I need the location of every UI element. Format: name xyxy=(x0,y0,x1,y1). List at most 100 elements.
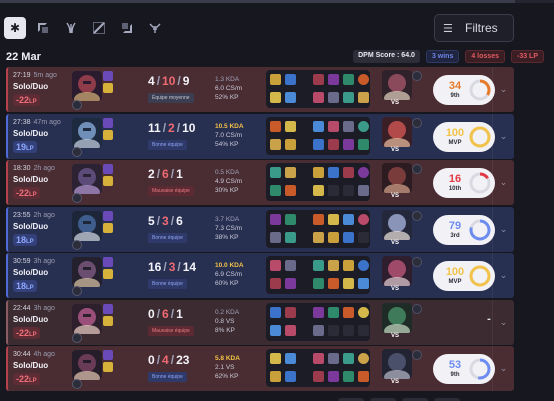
keystone-rune-icon[interactable] xyxy=(72,146,82,157)
item-slot[interactable] xyxy=(285,353,296,364)
item-slot[interactable] xyxy=(313,260,324,271)
item-slot[interactable] xyxy=(285,167,296,178)
item-slot[interactable] xyxy=(285,278,296,289)
opponent-portrait[interactable] xyxy=(382,209,412,240)
summoner-spell-icon[interactable] xyxy=(103,269,113,279)
item-slot[interactable] xyxy=(358,185,369,196)
item-slot[interactable] xyxy=(328,260,339,271)
item-slot[interactable] xyxy=(270,231,281,243)
item-slot[interactable] xyxy=(328,120,339,132)
item-slot[interactable] xyxy=(270,120,281,132)
summoner-spell-icon[interactable] xyxy=(103,303,113,314)
item-slot[interactable] xyxy=(343,353,354,364)
match-row[interactable]: 22:44 3h ago Solo/Duo -22LP 0/6/1 Mauvais… xyxy=(6,299,514,345)
summoner-spell-icon[interactable] xyxy=(103,315,113,326)
item-slot[interactable] xyxy=(270,278,281,289)
item-slot[interactable] xyxy=(285,74,296,85)
champion-portrait[interactable] xyxy=(72,210,102,241)
item-slot[interactable] xyxy=(270,167,281,178)
expand-chevron-button[interactable]: ⌄ xyxy=(492,206,514,252)
item-slot[interactable] xyxy=(270,324,281,336)
item-slot[interactable] xyxy=(343,185,354,196)
champion-portrait[interactable] xyxy=(72,257,102,287)
summoner-spell-icon[interactable] xyxy=(103,257,113,267)
opponent-portrait[interactable] xyxy=(382,256,412,286)
opponent-portrait[interactable] xyxy=(382,163,412,193)
item-slot[interactable] xyxy=(328,306,339,318)
item-slot[interactable] xyxy=(285,185,296,196)
item-slot[interactable] xyxy=(270,185,281,196)
keystone-rune-icon[interactable] xyxy=(72,286,82,296)
summoner-spell-icon[interactable] xyxy=(103,117,113,128)
summoner-spell-icon[interactable] xyxy=(103,83,113,93)
expand-chevron-button[interactable]: ⌄ xyxy=(492,346,514,391)
match-row[interactable]: 27:19 5m ago Solo/Duo -22LP 4/10/9 Équipe… xyxy=(6,67,514,112)
item-slot[interactable] xyxy=(285,92,296,103)
item-slot[interactable] xyxy=(313,353,324,364)
item-slot[interactable] xyxy=(328,138,339,150)
filter-top-button[interactable] xyxy=(32,17,54,39)
item-slot[interactable] xyxy=(343,167,354,178)
keystone-rune-icon[interactable] xyxy=(72,193,82,203)
item-slot[interactable] xyxy=(285,213,296,225)
filter-support-button[interactable] xyxy=(144,17,166,39)
summoner-spell-icon[interactable] xyxy=(103,222,113,233)
champion-portrait[interactable] xyxy=(72,303,102,334)
item-slot[interactable] xyxy=(328,92,339,103)
summoner-spell-icon[interactable] xyxy=(103,362,113,372)
filter-all-button[interactable]: ✱ xyxy=(4,17,26,39)
item-slot[interactable] xyxy=(270,213,281,225)
item-slot[interactable] xyxy=(343,213,354,225)
item-slot[interactable] xyxy=(358,167,369,178)
item-slot[interactable] xyxy=(285,371,296,382)
item-slot[interactable] xyxy=(358,306,369,318)
item-slot[interactable] xyxy=(285,306,296,318)
item-slot[interactable] xyxy=(270,138,281,150)
opponent-portrait[interactable] xyxy=(382,349,412,379)
item-slot[interactable] xyxy=(313,92,324,103)
item-slot[interactable] xyxy=(343,260,354,271)
item-slot[interactable] xyxy=(358,260,369,271)
item-slot[interactable] xyxy=(313,324,324,336)
item-slot[interactable] xyxy=(313,371,324,382)
item-slot[interactable] xyxy=(358,324,369,336)
expand-chevron-button[interactable]: ⌄ xyxy=(492,160,514,205)
item-slot[interactable] xyxy=(313,74,324,85)
champion-portrait[interactable] xyxy=(72,71,102,101)
expand-chevron-button[interactable]: ⌄ xyxy=(492,67,514,112)
expand-chevron-button[interactable]: ⌄ xyxy=(492,113,514,159)
item-slot[interactable] xyxy=(343,74,354,85)
item-slot[interactable] xyxy=(313,306,324,318)
item-slot[interactable] xyxy=(343,278,354,289)
item-slot[interactable] xyxy=(358,278,369,289)
item-slot[interactable] xyxy=(313,185,324,196)
item-slot[interactable] xyxy=(328,278,339,289)
item-slot[interactable] xyxy=(328,185,339,196)
filters-button[interactable]: ☰ Filtres xyxy=(434,14,514,42)
item-slot[interactable] xyxy=(328,74,339,85)
summoner-spell-icon[interactable] xyxy=(103,71,113,81)
match-row[interactable]: 23:55 2h ago Solo/Duo 18LP 5/3/6 Bonne éq… xyxy=(6,206,514,252)
item-slot[interactable] xyxy=(358,213,369,225)
filter-mid-button[interactable] xyxy=(88,17,110,39)
item-slot[interactable] xyxy=(313,120,324,132)
item-slot[interactable] xyxy=(358,138,369,150)
keystone-rune-icon[interactable] xyxy=(72,379,82,389)
expand-chevron-button[interactable]: ⌄ xyxy=(492,299,514,345)
champion-portrait[interactable] xyxy=(72,350,102,380)
item-slot[interactable] xyxy=(358,74,369,85)
item-slot[interactable] xyxy=(358,92,369,103)
opponent-portrait[interactable] xyxy=(382,70,412,100)
item-slot[interactable] xyxy=(313,278,324,289)
item-slot[interactable] xyxy=(343,306,354,318)
item-slot[interactable] xyxy=(343,324,354,336)
item-slot[interactable] xyxy=(270,74,281,85)
item-slot[interactable] xyxy=(270,353,281,364)
item-slot[interactable] xyxy=(358,371,369,382)
summoner-spell-icon[interactable] xyxy=(103,164,113,174)
item-slot[interactable] xyxy=(343,92,354,103)
item-slot[interactable] xyxy=(285,260,296,271)
item-slot[interactable] xyxy=(270,260,281,271)
match-row[interactable]: 27:38 47m ago Solo/Duo 19LP 11/2/10 Bonne… xyxy=(6,113,514,159)
item-slot[interactable] xyxy=(313,213,324,225)
